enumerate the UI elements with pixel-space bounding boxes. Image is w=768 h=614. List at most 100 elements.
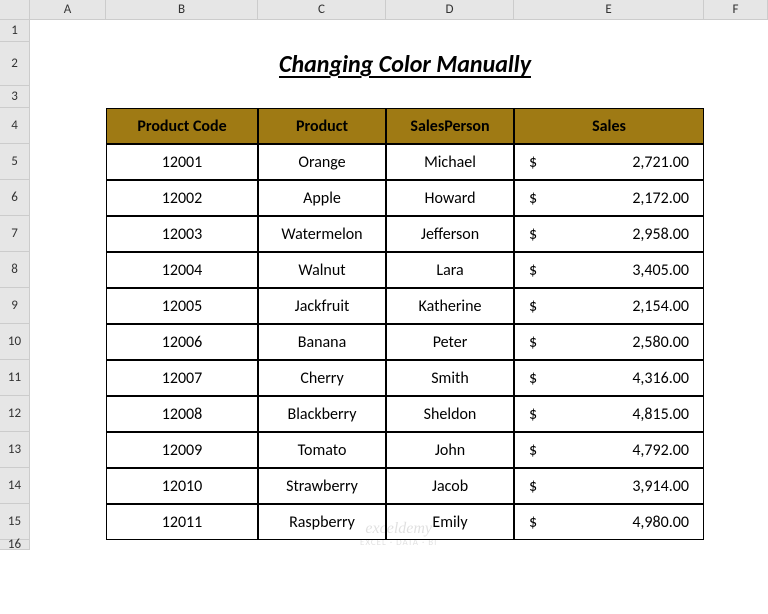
- row-header-16[interactable]: 16: [0, 540, 30, 550]
- cell-sales[interactable]: $2,172.00: [514, 180, 704, 216]
- row-header-12[interactable]: 12: [0, 396, 30, 432]
- cell-sales[interactable]: $2,721.00: [514, 144, 704, 180]
- col-header-b[interactable]: B: [106, 0, 258, 20]
- cell[interactable]: [30, 504, 106, 540]
- cell[interactable]: [30, 252, 106, 288]
- cell[interactable]: [704, 180, 768, 216]
- cell[interactable]: [704, 144, 768, 180]
- cell-product-code[interactable]: 12002: [106, 180, 258, 216]
- row-header-14[interactable]: 14: [0, 468, 30, 504]
- cell[interactable]: [106, 86, 258, 108]
- row-header-8[interactable]: 8: [0, 252, 30, 288]
- cell[interactable]: [704, 432, 768, 468]
- cell-product[interactable]: Walnut: [258, 252, 386, 288]
- cell[interactable]: [704, 42, 768, 86]
- cell[interactable]: [30, 396, 106, 432]
- row-header-3[interactable]: 3: [0, 86, 30, 108]
- cell-product[interactable]: Tomato: [258, 432, 386, 468]
- row-header-9[interactable]: 9: [0, 288, 30, 324]
- cell-salesperson[interactable]: Howard: [386, 180, 514, 216]
- cell-sales[interactable]: $4,980.00: [514, 504, 704, 540]
- cell-product-code[interactable]: 12005: [106, 288, 258, 324]
- row-header-5[interactable]: 5: [0, 144, 30, 180]
- cell-product[interactable]: Cherry: [258, 360, 386, 396]
- col-header-a[interactable]: A: [30, 0, 106, 20]
- cell-product-code[interactable]: 12008: [106, 396, 258, 432]
- cell-sales[interactable]: $2,154.00: [514, 288, 704, 324]
- cell[interactable]: [704, 324, 768, 360]
- header-product-code[interactable]: Product Code: [106, 108, 258, 144]
- row-header-2[interactable]: 2: [0, 42, 30, 86]
- cell-product[interactable]: Banana: [258, 324, 386, 360]
- cell[interactable]: [106, 20, 258, 42]
- row-header-10[interactable]: 10: [0, 324, 30, 360]
- cell[interactable]: [30, 20, 106, 42]
- col-header-d[interactable]: D: [386, 0, 514, 20]
- row-header-13[interactable]: 13: [0, 432, 30, 468]
- cell-salesperson[interactable]: Lara: [386, 252, 514, 288]
- cell[interactable]: [704, 360, 768, 396]
- cell[interactable]: [704, 504, 768, 540]
- cell[interactable]: [258, 20, 386, 42]
- cell-sales[interactable]: $2,580.00: [514, 324, 704, 360]
- cell-salesperson[interactable]: John: [386, 432, 514, 468]
- cell-product-code[interactable]: 12011: [106, 504, 258, 540]
- col-header-e[interactable]: E: [514, 0, 704, 20]
- header-product[interactable]: Product: [258, 108, 386, 144]
- row-header-11[interactable]: 11: [0, 360, 30, 396]
- cell-salesperson[interactable]: Emily: [386, 504, 514, 540]
- cell-salesperson[interactable]: Jacob: [386, 468, 514, 504]
- cell[interactable]: [386, 20, 514, 42]
- cell[interactable]: [704, 216, 768, 252]
- cell[interactable]: [514, 20, 704, 42]
- cell[interactable]: [704, 252, 768, 288]
- row-header-1[interactable]: 1: [0, 20, 30, 42]
- cell-salesperson[interactable]: Katherine: [386, 288, 514, 324]
- cell-product[interactable]: Apple: [258, 180, 386, 216]
- cell-product[interactable]: Blackberry: [258, 396, 386, 432]
- cell[interactable]: [30, 360, 106, 396]
- row-header-4[interactable]: 4: [0, 108, 30, 144]
- cell-product[interactable]: Jackfruit: [258, 288, 386, 324]
- cell-sales[interactable]: $2,958.00: [514, 216, 704, 252]
- header-salesperson[interactable]: SalesPerson: [386, 108, 514, 144]
- cell[interactable]: [30, 180, 106, 216]
- cell[interactable]: [30, 216, 106, 252]
- cell[interactable]: [704, 20, 768, 42]
- cell[interactable]: [30, 86, 106, 108]
- cell[interactable]: [30, 324, 106, 360]
- cell-product[interactable]: Orange: [258, 144, 386, 180]
- cell-product-code[interactable]: 12003: [106, 216, 258, 252]
- cell[interactable]: [704, 468, 768, 504]
- col-header-f[interactable]: F: [704, 0, 768, 20]
- cell-product-code[interactable]: 12009: [106, 432, 258, 468]
- cell-sales[interactable]: $4,815.00: [514, 396, 704, 432]
- cell-salesperson[interactable]: Peter: [386, 324, 514, 360]
- row-header-7[interactable]: 7: [0, 216, 30, 252]
- header-sales[interactable]: Sales: [514, 108, 704, 144]
- cell-sales[interactable]: $3,405.00: [514, 252, 704, 288]
- cell[interactable]: [30, 42, 106, 86]
- cell-sales[interactable]: $3,914.00: [514, 468, 704, 504]
- title-cell[interactable]: Changing Color Manually: [106, 42, 704, 86]
- cell[interactable]: [704, 108, 768, 144]
- cell-salesperson[interactable]: Jefferson: [386, 216, 514, 252]
- cell[interactable]: [30, 468, 106, 504]
- cell[interactable]: [704, 86, 768, 108]
- cell[interactable]: [704, 288, 768, 324]
- cell[interactable]: [30, 288, 106, 324]
- cell-product-code[interactable]: 12010: [106, 468, 258, 504]
- cell-product[interactable]: Watermelon: [258, 216, 386, 252]
- cell-product[interactable]: Raspberry: [258, 504, 386, 540]
- cell-product[interactable]: Strawberry: [258, 468, 386, 504]
- row-header-15[interactable]: 15: [0, 504, 30, 540]
- cell-product-code[interactable]: 12006: [106, 324, 258, 360]
- cell-salesperson[interactable]: Smith: [386, 360, 514, 396]
- cell-product-code[interactable]: 12007: [106, 360, 258, 396]
- cell[interactable]: [30, 432, 106, 468]
- select-all-corner[interactable]: [0, 0, 30, 20]
- cell[interactable]: [30, 108, 106, 144]
- cell-salesperson[interactable]: Sheldon: [386, 396, 514, 432]
- cell[interactable]: [514, 86, 704, 108]
- cell-sales[interactable]: $4,792.00: [514, 432, 704, 468]
